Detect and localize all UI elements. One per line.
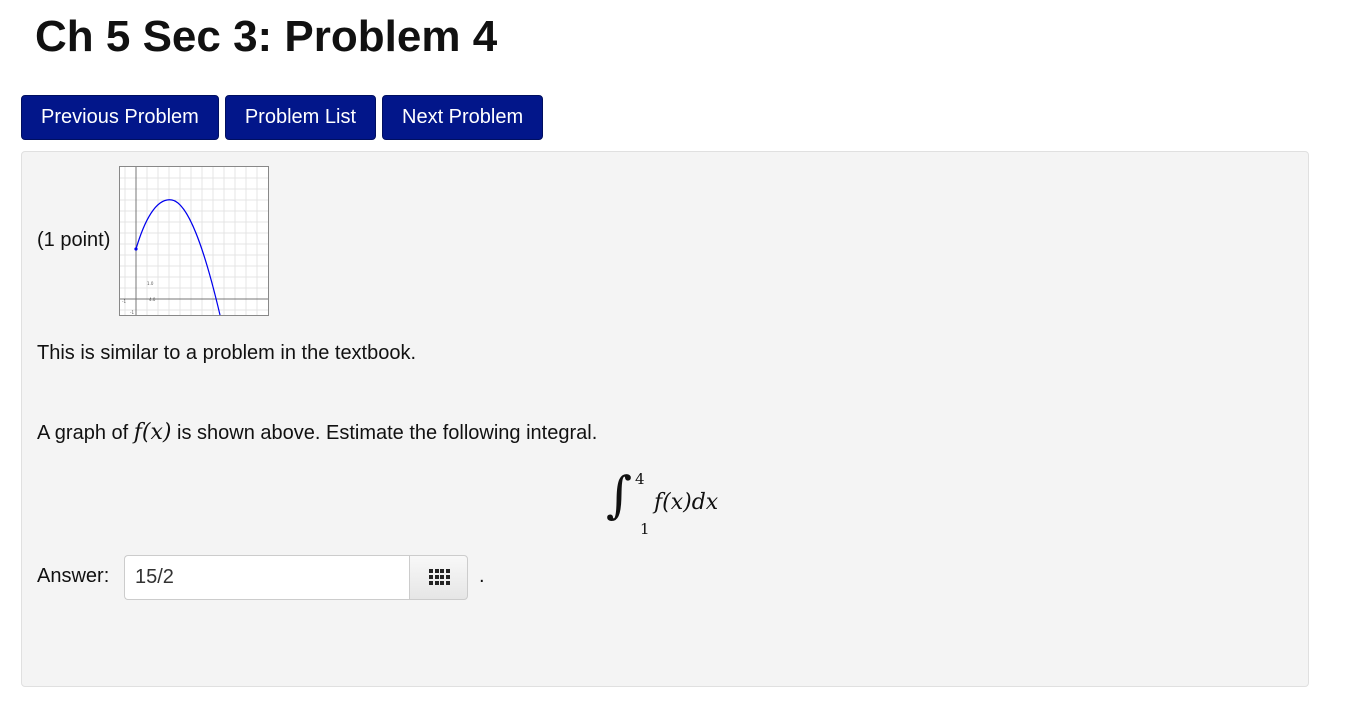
problem-list-button[interactable]: Problem List: [224, 95, 376, 140]
problem-panel: (1 point) 1.0 4.0 -1 -1 This is similar …: [21, 151, 1309, 687]
problem-intro: This is similar to a problem in the text…: [37, 342, 417, 364]
function-graph-svg: 1.0 4.0 -1 -1: [120, 167, 268, 316]
problem-navigation: Previous Problem Problem List Next Probl…: [21, 95, 544, 140]
tick-label: 1.0: [147, 281, 154, 286]
tick-label: -1: [130, 310, 134, 315]
point-value: (1 point): [37, 229, 111, 251]
previous-problem-button[interactable]: Previous Problem: [21, 95, 219, 140]
answer-label: Answer:: [37, 565, 110, 587]
graph-grid: [120, 167, 268, 315]
integral-upper-limit: 4: [635, 470, 645, 488]
answer-input[interactable]: [124, 555, 410, 600]
tick-label: -1: [122, 299, 126, 304]
tick-label: 4.0: [149, 297, 156, 302]
question-prefix: A graph of: [37, 422, 134, 444]
page-title: Ch 5 Sec 3: Problem 4: [35, 12, 498, 61]
integral-expression: ∫ 4 1 f(x)dx: [606, 466, 746, 540]
answer-trailing-period: .: [479, 565, 485, 587]
integrand: f(x)dx: [654, 490, 719, 515]
problem-question: A graph of f(x) is shown above. Estimate…: [37, 420, 597, 445]
equation-editor-button[interactable]: [409, 555, 468, 600]
integral-sign-icon: ∫: [606, 466, 633, 524]
next-problem-button[interactable]: Next Problem: [382, 95, 544, 140]
function-graph: 1.0 4.0 -1 -1: [119, 166, 269, 316]
question-suffix: is shown above. Estimate the following i…: [171, 422, 598, 444]
function-notation: f(x): [133, 420, 172, 445]
curve-start-point: [134, 247, 138, 251]
grid-icon: [429, 569, 450, 586]
integral-lower-limit: 1: [640, 520, 650, 538]
